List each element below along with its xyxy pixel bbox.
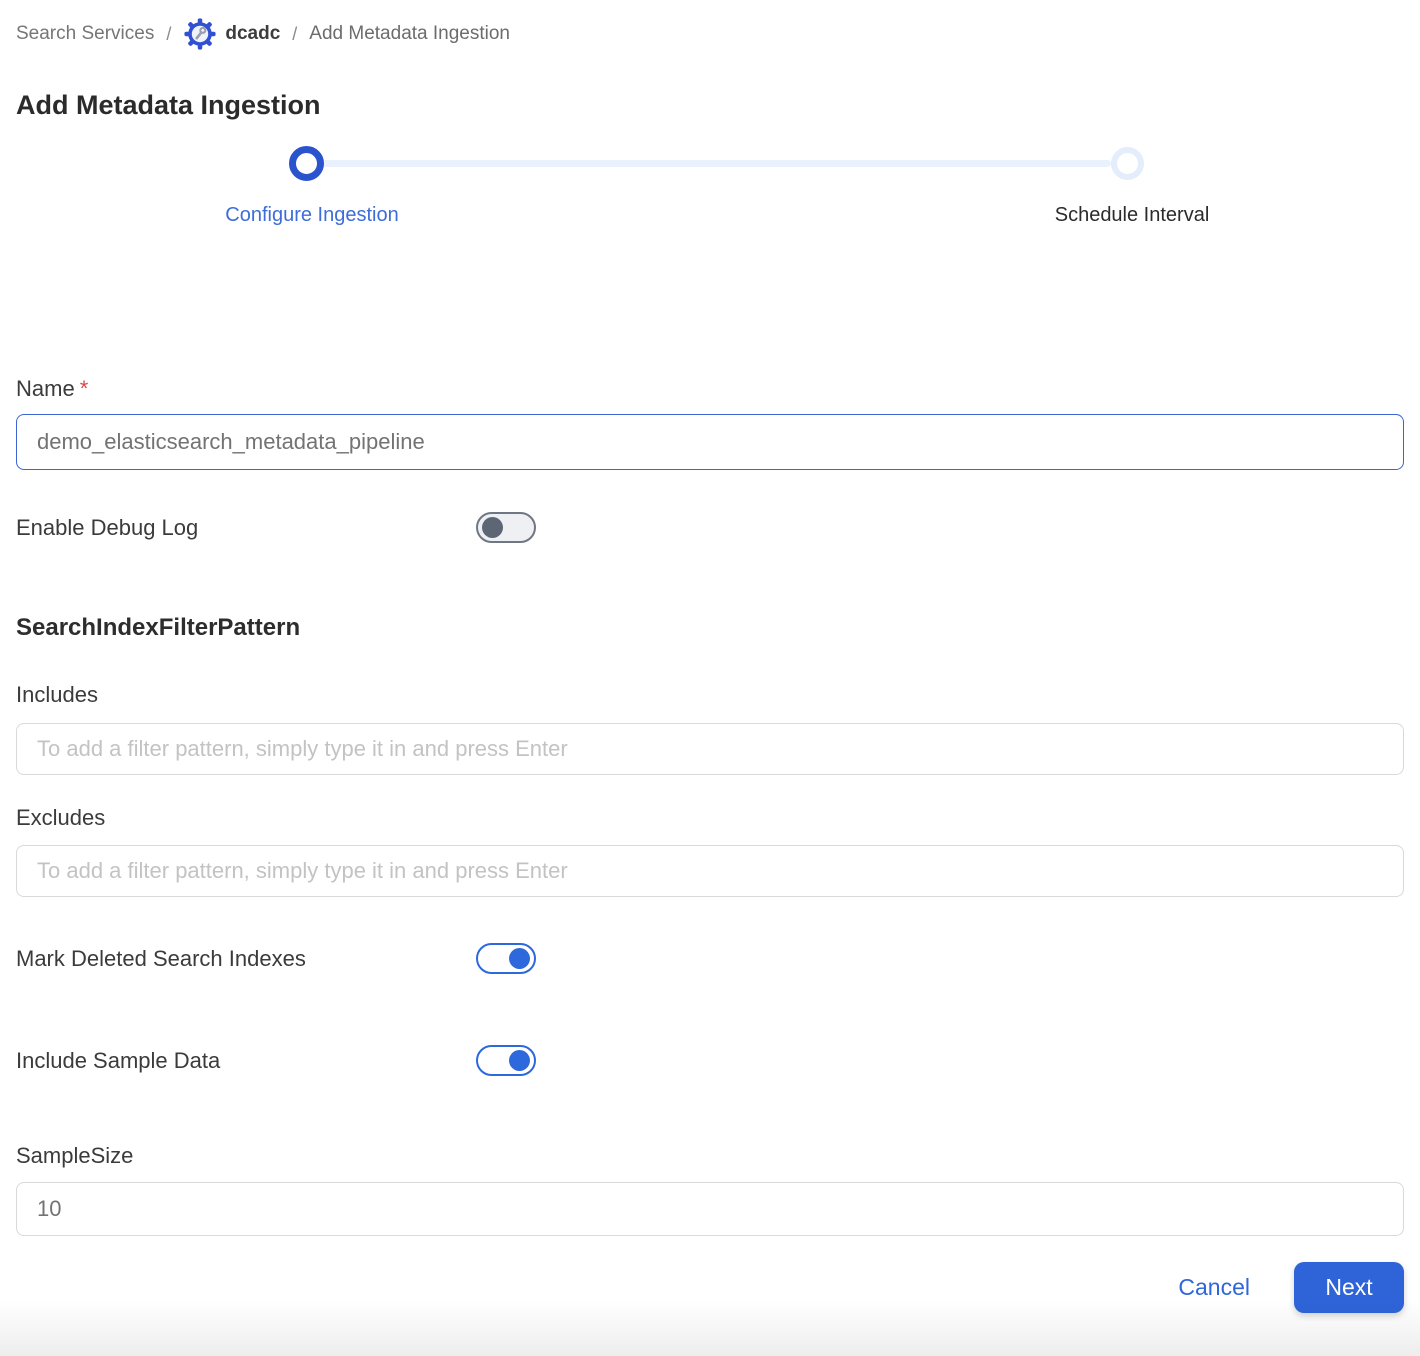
sample-size-label: SampleSize	[16, 1143, 1404, 1169]
includes-filter-input[interactable]	[16, 723, 1404, 775]
toggle-knob	[509, 948, 530, 969]
add-metadata-ingestion-page: Search Services /	[0, 0, 1420, 1356]
breadcrumb: Search Services /	[16, 16, 1404, 52]
breadcrumb-service-dcadc[interactable]: dcadc	[183, 17, 280, 51]
required-asterisk: *	[80, 376, 89, 401]
breadcrumb-service-name: dcadc	[225, 23, 280, 45]
name-field-label: Name*	[16, 376, 1404, 402]
toggle-knob	[482, 517, 503, 538]
mark-deleted-row: Mark Deleted Search Indexes	[16, 943, 1404, 975]
stepper-label-schedule-interval: Schedule Interval	[1055, 204, 1210, 227]
includes-label: Includes	[16, 682, 1404, 708]
next-button[interactable]: Next	[1294, 1262, 1404, 1313]
stepper-connector-line	[321, 160, 1111, 167]
excludes-label: Excludes	[16, 805, 1404, 831]
filter-pattern-section-heading: SearchIndexFilterPattern	[16, 614, 1404, 642]
page-title: Add Metadata Ingestion	[16, 88, 1404, 122]
sample-size-input[interactable]	[16, 1182, 1404, 1236]
gear-wrench-icon	[183, 17, 217, 51]
stepper-label-configure-ingestion: Configure Ingestion	[225, 204, 398, 227]
cancel-button[interactable]: Cancel	[1178, 1274, 1250, 1301]
enable-debug-log-row: Enable Debug Log	[16, 512, 1404, 544]
name-input[interactable]	[16, 414, 1404, 470]
name-label-text: Name	[16, 376, 75, 401]
enable-debug-log-label: Enable Debug Log	[16, 512, 198, 544]
mark-deleted-toggle[interactable]	[476, 943, 536, 974]
include-sample-data-row: Include Sample Data	[16, 1045, 1404, 1077]
include-sample-data-label: Include Sample Data	[16, 1045, 220, 1077]
breadcrumb-search-services[interactable]: Search Services	[16, 23, 154, 45]
breadcrumb-current-page: Add Metadata Ingestion	[309, 23, 510, 45]
enable-debug-log-toggle[interactable]	[476, 512, 536, 543]
toggle-knob	[509, 1050, 530, 1071]
excludes-filter-input[interactable]	[16, 845, 1404, 897]
ingestion-stepper: Configure Ingestion Schedule Interval	[16, 146, 1404, 242]
include-sample-data-toggle[interactable]	[476, 1045, 536, 1076]
stepper-circle-schedule-interval[interactable]	[1111, 147, 1144, 180]
breadcrumb-separator: /	[166, 24, 171, 45]
form-actions: Cancel Next	[16, 1262, 1404, 1313]
breadcrumb-separator: /	[292, 24, 297, 45]
mark-deleted-label: Mark Deleted Search Indexes	[16, 943, 306, 975]
stepper-circle-configure-ingestion[interactable]	[289, 146, 324, 181]
